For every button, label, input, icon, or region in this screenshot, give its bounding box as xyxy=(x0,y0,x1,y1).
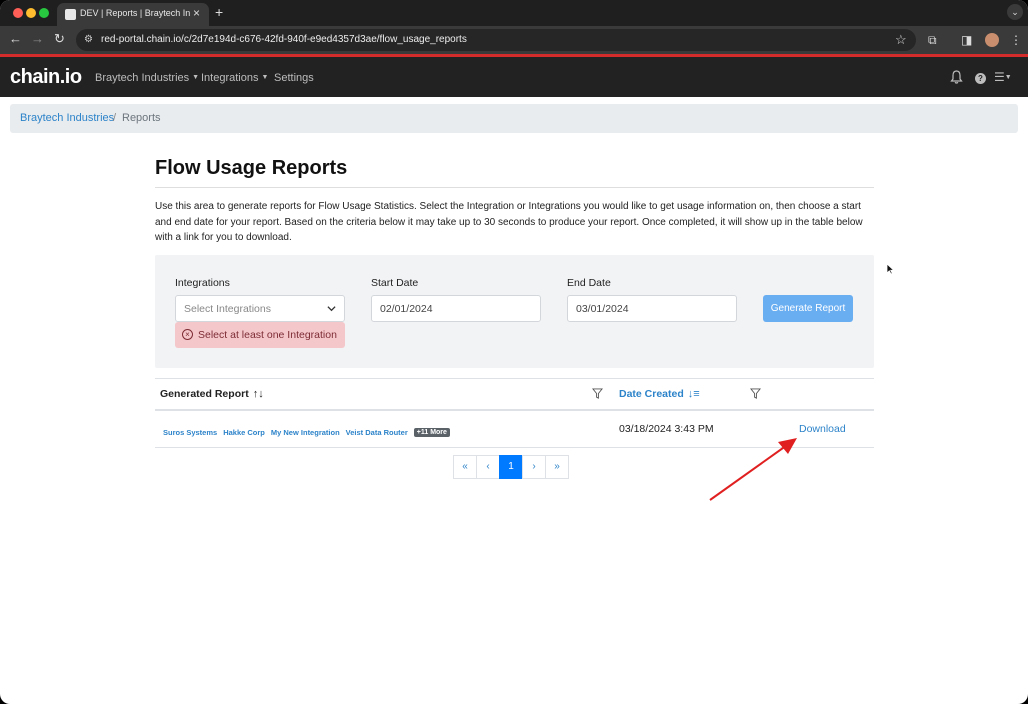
next-page-button[interactable]: › xyxy=(522,455,546,479)
filter-icon[interactable] xyxy=(592,388,603,399)
error-x-circle-icon: × xyxy=(182,329,193,340)
table-header-border xyxy=(155,409,874,411)
tab-strip: DEV | Reports | Braytech Industries × + … xyxy=(0,0,1028,26)
integration-chip[interactable]: Suros Systems xyxy=(163,428,217,437)
date-created-header[interactable]: Date Created ↓≡ xyxy=(619,388,700,400)
title-divider xyxy=(155,187,874,188)
page-description: Use this area to generate reports for Fl… xyxy=(155,201,863,244)
browser-menu-icon[interactable]: ⋮ xyxy=(1010,33,1022,47)
error-message: Select at least one Integration xyxy=(198,329,337,341)
prev-page-button[interactable]: ‹ xyxy=(476,455,500,479)
reload-icon[interactable]: ↻ xyxy=(54,32,65,46)
integration-chip[interactable]: Hakke Corp xyxy=(223,428,265,437)
end-date-value: 03/01/2024 xyxy=(576,303,629,315)
breadcrumb-separator: / xyxy=(113,112,117,124)
page-1-button[interactable]: 1 xyxy=(499,455,523,479)
start-date-input[interactable]: 02/01/2024 xyxy=(371,295,541,322)
tab-close-icon[interactable]: × xyxy=(193,6,200,20)
favicon-icon xyxy=(65,9,76,20)
extensions-icon[interactable]: ⧉ xyxy=(928,33,937,47)
app-navbar: chain.io Braytech Industries ▼ Integratio… xyxy=(0,57,1028,97)
back-icon[interactable]: ← xyxy=(9,32,22,46)
breadcrumb-current: Reports xyxy=(122,112,161,124)
caret-down-icon: ▼ xyxy=(261,74,269,81)
forward-icon[interactable]: → xyxy=(31,32,44,46)
site-info-icon[interactable]: ⚙ xyxy=(84,34,93,45)
first-page-button[interactable]: « xyxy=(453,455,477,479)
tab-title: DEV | Reports | Braytech Industries xyxy=(80,8,190,18)
sort-icon[interactable]: ↑↓ xyxy=(253,388,264,400)
last-page-button[interactable]: » xyxy=(545,455,569,479)
minimize-window-button[interactable] xyxy=(26,8,36,18)
nav-integrations-dropdown[interactable]: Integrations ▼ xyxy=(201,72,268,84)
maximize-window-button[interactable] xyxy=(39,8,49,18)
address-bar[interactable]: ⚙ red-portal.chain.io/c/2d7e194d-c676-42… xyxy=(76,29,916,51)
end-date-label: End Date xyxy=(567,277,611,289)
generated-report-header-label: Generated Report xyxy=(160,388,249,400)
caret-down-icon: ▼ xyxy=(192,74,200,81)
profile-avatar[interactable] xyxy=(985,33,999,47)
hamburger-menu-icon[interactable]: ☰▼ xyxy=(994,70,1012,84)
integration-chip[interactable]: Veist Data Router xyxy=(346,428,408,437)
url-text: red-portal.chain.io/c/2d7e194d-c676-42fd… xyxy=(101,34,467,45)
browser-toolbar: ← → ↻ ⚙ red-portal.chain.io/c/2d7e194d-c… xyxy=(0,26,1028,54)
integration-chips: Suros Systems Hakke Corp My New Integratio… xyxy=(163,424,450,442)
annotation-arrow xyxy=(709,438,797,501)
end-date-input[interactable]: 03/01/2024 xyxy=(567,295,737,322)
pagination: « ‹ 1 › » xyxy=(453,455,569,479)
bookmark-star-icon[interactable]: ☆ xyxy=(895,32,907,48)
close-window-button[interactable] xyxy=(13,8,23,18)
chainio-logo[interactable]: chain.io xyxy=(10,66,82,89)
integration-error-alert: × Select at least one Integration xyxy=(175,322,345,348)
help-icon[interactable]: ? xyxy=(975,73,986,84)
nav-integrations-label: Integrations xyxy=(201,72,259,84)
start-date-value: 02/01/2024 xyxy=(380,303,433,315)
integrations-placeholder: Select Integrations xyxy=(184,303,271,315)
bell-icon[interactable] xyxy=(950,70,963,84)
more-integrations-badge[interactable]: +11 More xyxy=(413,428,450,438)
nav-settings-link[interactable]: Settings xyxy=(274,72,314,84)
sort-descending-icon[interactable]: ↓≡ xyxy=(688,388,700,400)
integrations-select[interactable]: Select Integrations xyxy=(175,295,345,322)
nav-company-label: Braytech Industries xyxy=(95,72,190,84)
chevron-down-icon xyxy=(327,306,336,312)
generated-report-header[interactable]: Generated Report ↑↓ xyxy=(160,388,264,400)
page-title: Flow Usage Reports xyxy=(155,157,348,179)
breadcrumb-company-link[interactable]: Braytech Industries xyxy=(20,112,114,124)
date-created-header-label: Date Created xyxy=(619,388,684,400)
filter-icon[interactable] xyxy=(750,388,761,399)
start-date-label: Start Date xyxy=(371,277,419,289)
generate-report-button[interactable]: Generate Report xyxy=(763,295,853,322)
table-top-border xyxy=(155,378,874,379)
integration-chip[interactable]: My New Integration xyxy=(271,428,340,437)
breadcrumb: Braytech Industries / Reports xyxy=(10,104,1018,133)
new-tab-button[interactable]: + xyxy=(215,4,223,20)
side-panel-icon[interactable]: ◨ xyxy=(961,33,972,47)
browser-window: DEV | Reports | Braytech Industries × + … xyxy=(0,0,1028,704)
browser-tab[interactable]: DEV | Reports | Braytech Industries × xyxy=(57,3,209,26)
tab-search-icon[interactable]: ⌄ xyxy=(1007,4,1023,20)
nav-company-dropdown[interactable]: Braytech Industries ▼ xyxy=(95,72,199,84)
mouse-cursor-icon xyxy=(886,263,895,275)
integrations-label: Integrations xyxy=(175,277,230,289)
